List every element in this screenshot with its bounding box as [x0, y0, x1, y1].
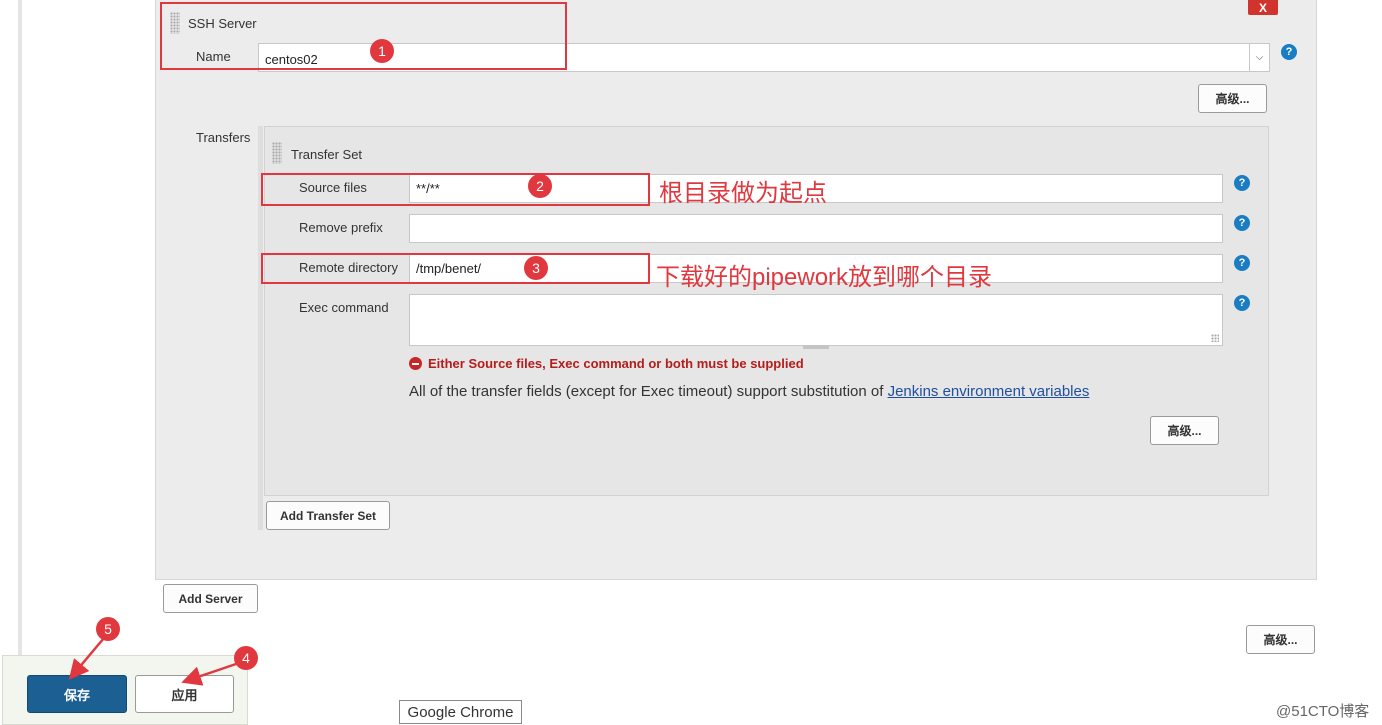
validation-error: Either Source files, Exec command or bot… — [409, 356, 804, 371]
add-server-button[interactable]: Add Server — [163, 584, 258, 613]
annotation-badge-5: 5 — [96, 617, 120, 641]
resize-grip-icon[interactable] — [1211, 334, 1219, 342]
annotation-note-source: 根目录做为起点 — [659, 180, 827, 207]
server-advanced-button[interactable]: 高级... — [1198, 84, 1267, 113]
transfer-drag-handle-icon[interactable] — [272, 142, 282, 164]
exec-command-label: Exec command — [299, 300, 389, 315]
annotation-badge-1: 1 — [370, 39, 394, 63]
save-button[interactable]: 保存 — [27, 675, 127, 713]
remove-prefix-input[interactable] — [409, 214, 1223, 243]
substitution-info: All of the transfer fields (except for E… — [409, 383, 1089, 400]
annotation-badge-2: 2 — [528, 174, 552, 198]
watermark: @51CTO博客 — [1276, 703, 1370, 720]
exec-command-textarea[interactable] — [409, 294, 1223, 346]
annotation-badge-4: 4 — [234, 646, 258, 670]
transfer-set-title: Transfer Set — [291, 147, 363, 162]
substitution-info-text: All of the transfer fields (except for E… — [409, 383, 888, 400]
textarea-resize-bar[interactable] — [803, 345, 829, 349]
annotation-box-3 — [261, 253, 650, 284]
annotation-note-remote: 下载好的pipework放到哪个目录 — [656, 264, 993, 291]
remove-prefix-label: Remove prefix — [299, 220, 383, 235]
annotation-box-2 — [261, 173, 650, 206]
page-left-border — [18, 0, 22, 725]
error-icon — [409, 357, 422, 370]
annotation-box-1 — [160, 2, 567, 70]
apply-button[interactable]: 应用 — [135, 675, 234, 713]
transfers-label: Transfers — [196, 130, 251, 145]
publisher-advanced-button[interactable]: 高级... — [1246, 625, 1315, 654]
transfer-advanced-button[interactable]: 高级... — [1150, 416, 1219, 445]
help-icon-exec-command[interactable]: ? — [1234, 295, 1250, 311]
chrome-tooltip: Google Chrome — [399, 700, 522, 724]
add-transfer-set-button[interactable]: Add Transfer Set — [266, 501, 390, 530]
help-icon-remove-prefix[interactable]: ? — [1234, 215, 1250, 231]
env-variables-link[interactable]: Jenkins environment variables — [888, 383, 1090, 400]
annotation-badge-3: 3 — [524, 256, 548, 280]
chevron-down-icon[interactable]: ⌵ — [1249, 44, 1269, 71]
help-icon-source-files[interactable]: ? — [1234, 175, 1250, 191]
delete-server-button[interactable]: X — [1248, 0, 1278, 15]
help-icon-remote-directory[interactable]: ? — [1234, 255, 1250, 271]
error-text: Either Source files, Exec command or bot… — [428, 356, 804, 371]
help-icon-name[interactable]: ? — [1281, 44, 1297, 60]
